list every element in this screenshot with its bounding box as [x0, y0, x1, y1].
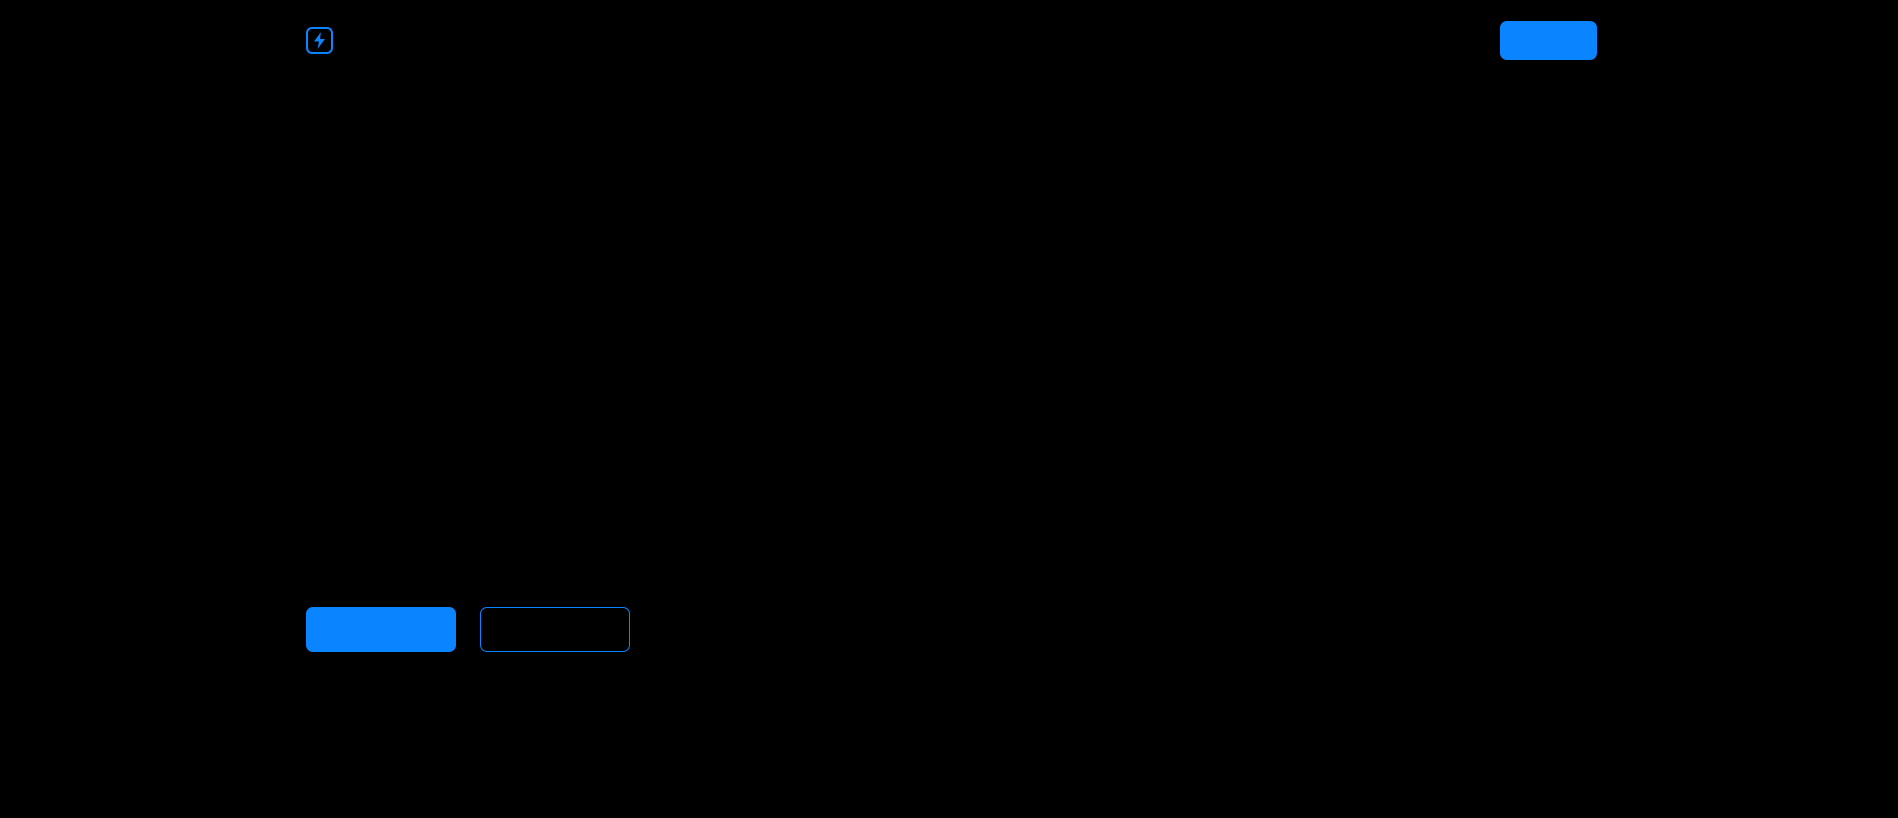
secondary-cta-button[interactable]: [480, 607, 630, 652]
lightning-bolt-glyph: [314, 32, 325, 49]
lightning-bolt-icon[interactable]: [306, 27, 333, 54]
primary-cta-button[interactable]: [306, 607, 456, 652]
header-cta-button[interactable]: [1500, 21, 1597, 60]
